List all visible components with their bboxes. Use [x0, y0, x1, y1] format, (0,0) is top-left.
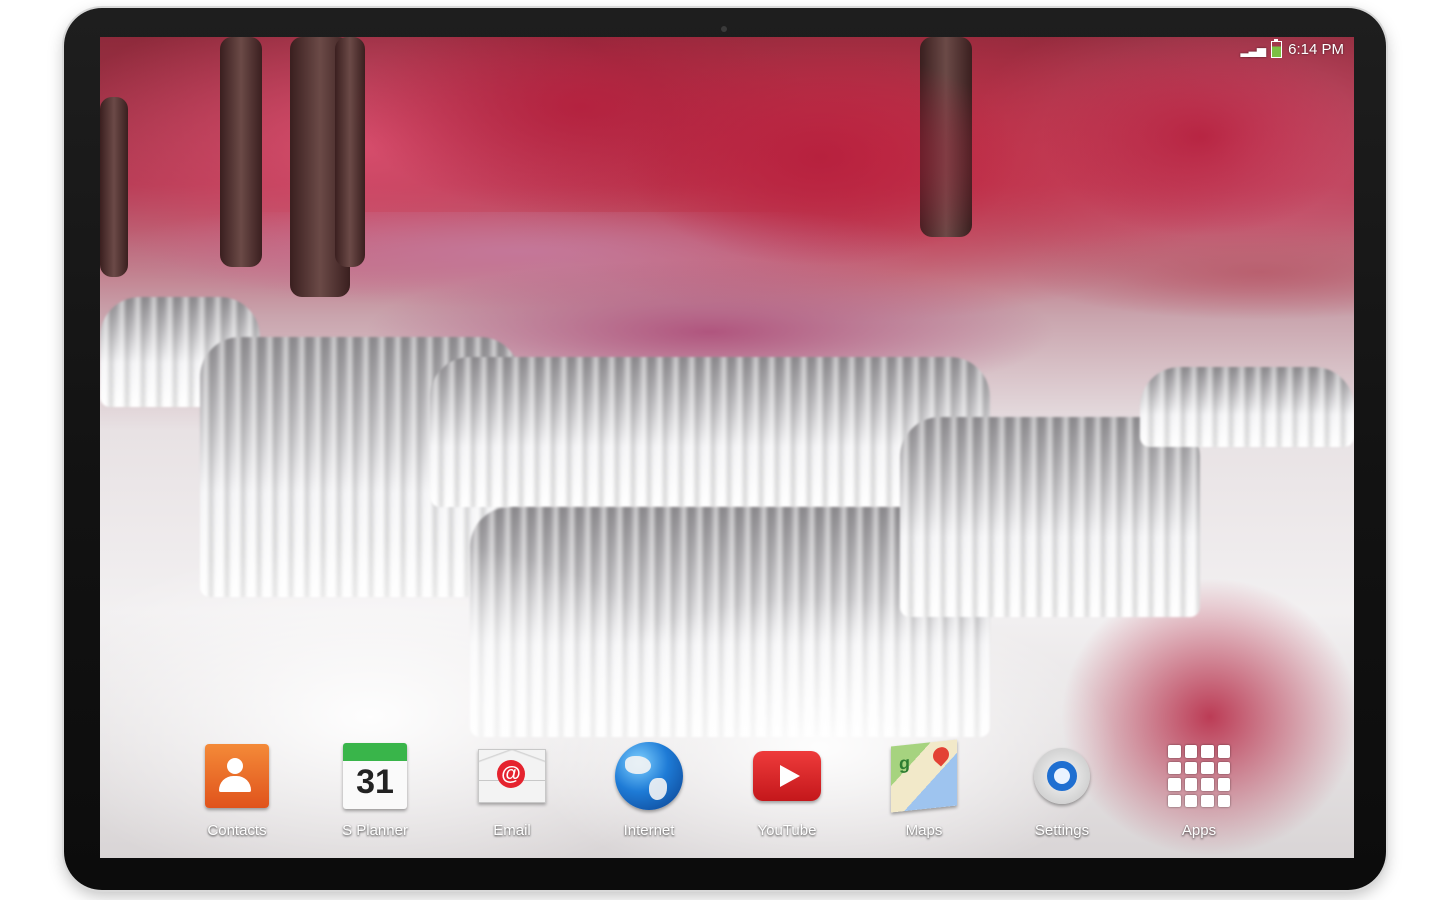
app-label: Settings [1034, 822, 1090, 839]
email-icon: @ [478, 742, 546, 810]
battery-icon [1271, 39, 1283, 58]
app-contacts[interactable]: Contacts [182, 742, 292, 847]
app-youtube[interactable]: YouTube [732, 742, 842, 847]
wallpaper-tree-trunk [220, 37, 262, 267]
wallpaper-foliage [1040, 37, 1354, 237]
settings-icon [1028, 742, 1096, 810]
app-label: Contacts [207, 822, 267, 839]
app-label: Maps [905, 822, 943, 839]
app-label: S Planner [342, 822, 408, 839]
app-dock: Contacts 31 S Planner @ Email Internet Y… [100, 739, 1354, 852]
app-email[interactable]: @ Email [457, 742, 567, 847]
wallpaper-waterfall [900, 417, 1200, 617]
globe-icon [615, 742, 683, 810]
wallpaper-foliage [620, 47, 1020, 267]
app-maps[interactable]: g Maps [869, 739, 979, 847]
app-label: Email [493, 822, 531, 839]
maps-icon: g [890, 739, 958, 813]
calendar-day: 31 [356, 763, 394, 801]
home-screen: ▂▃▅ 6:14 PM Contacts 31 S Planner @ Emai… [100, 37, 1354, 858]
status-bar: ▂▃▅ 6:14 PM [1240, 39, 1344, 58]
calendar-icon: 31 [341, 742, 409, 810]
app-s-planner[interactable]: 31 S Planner [320, 742, 430, 847]
youtube-icon [753, 742, 821, 810]
app-label: YouTube [757, 822, 817, 839]
app-label: Apps [1181, 822, 1217, 839]
wallpaper-waterfall [1140, 367, 1354, 447]
status-time: 6:14 PM [1288, 41, 1344, 58]
contacts-icon [203, 742, 271, 810]
signal-icon: ▂▃▅ [1240, 42, 1266, 57]
wallpaper-tree-trunk [100, 97, 128, 277]
app-drawer[interactable]: Apps [1144, 742, 1254, 847]
apps-grid-icon [1165, 742, 1233, 810]
front-camera [721, 26, 727, 32]
app-internet[interactable]: Internet [594, 742, 704, 847]
app-settings[interactable]: Settings [1007, 742, 1117, 847]
app-label: Internet [623, 822, 675, 839]
